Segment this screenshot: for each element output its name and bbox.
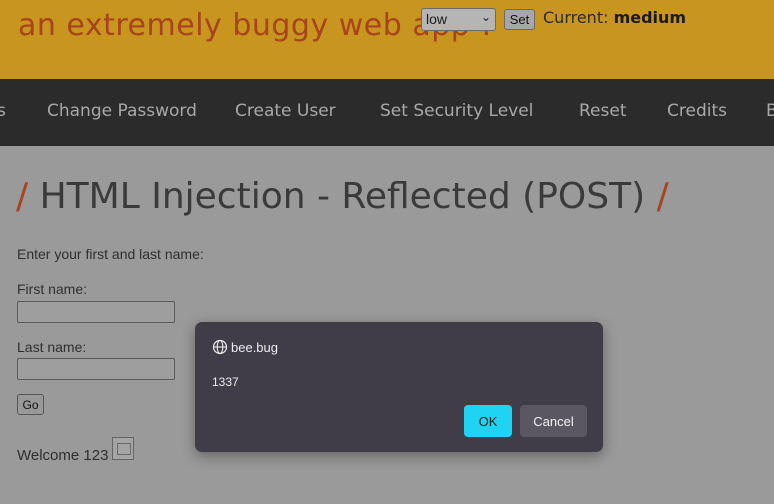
nav-item-set-security-level[interactable]: Set Security Level bbox=[380, 101, 533, 121]
security-level-value: low bbox=[426, 11, 448, 27]
nav-item-change-password[interactable]: Change Password bbox=[47, 101, 197, 121]
nav-item-partial-right[interactable]: B bbox=[766, 101, 774, 121]
set-button[interactable]: Set bbox=[504, 9, 535, 30]
cancel-button[interactable]: Cancel bbox=[520, 405, 587, 437]
nav-bar: s Change Password Create User Set Securi… bbox=[0, 79, 774, 146]
go-button[interactable]: Go bbox=[17, 394, 44, 415]
current-label: Current: bbox=[543, 8, 614, 27]
current-security-level: Current: medium bbox=[543, 8, 686, 27]
page-title: / HTML Injection - Reflected (POST) / bbox=[16, 176, 669, 217]
nav-item-partial-left[interactable]: s bbox=[0, 101, 6, 121]
alert-dialog: bee.bug 1337 OK Cancel bbox=[195, 322, 603, 452]
current-value: medium bbox=[613, 8, 687, 27]
security-level-select[interactable]: low ⌄ bbox=[421, 8, 496, 31]
nav-item-credits[interactable]: Credits bbox=[667, 101, 727, 121]
title-slash-left: / bbox=[16, 176, 29, 217]
nav-item-create-user[interactable]: Create User bbox=[235, 101, 336, 121]
welcome-message: Welcome 123 bbox=[17, 447, 109, 464]
nav-item-reset[interactable]: Reset bbox=[579, 101, 627, 121]
chevron-down-icon: ⌄ bbox=[480, 10, 491, 24]
ok-button[interactable]: OK bbox=[464, 405, 512, 437]
last-name-input[interactable] bbox=[17, 358, 175, 380]
dialog-message: 1337 bbox=[212, 375, 239, 389]
first-name-input[interactable] bbox=[17, 301, 175, 323]
first-name-label: First name: bbox=[17, 281, 88, 297]
title-slash-right: / bbox=[656, 176, 669, 217]
broken-image-icon bbox=[112, 437, 134, 460]
last-name-label: Last name: bbox=[17, 339, 87, 355]
title-text: HTML Injection - Reflected (POST) bbox=[39, 176, 646, 217]
globe-icon bbox=[212, 339, 228, 355]
form-intro: Enter your first and last name: bbox=[17, 246, 204, 262]
dialog-origin: bee.bug bbox=[231, 340, 278, 355]
header: an extremely buggy web app ! low ⌄ Set C… bbox=[0, 0, 774, 79]
